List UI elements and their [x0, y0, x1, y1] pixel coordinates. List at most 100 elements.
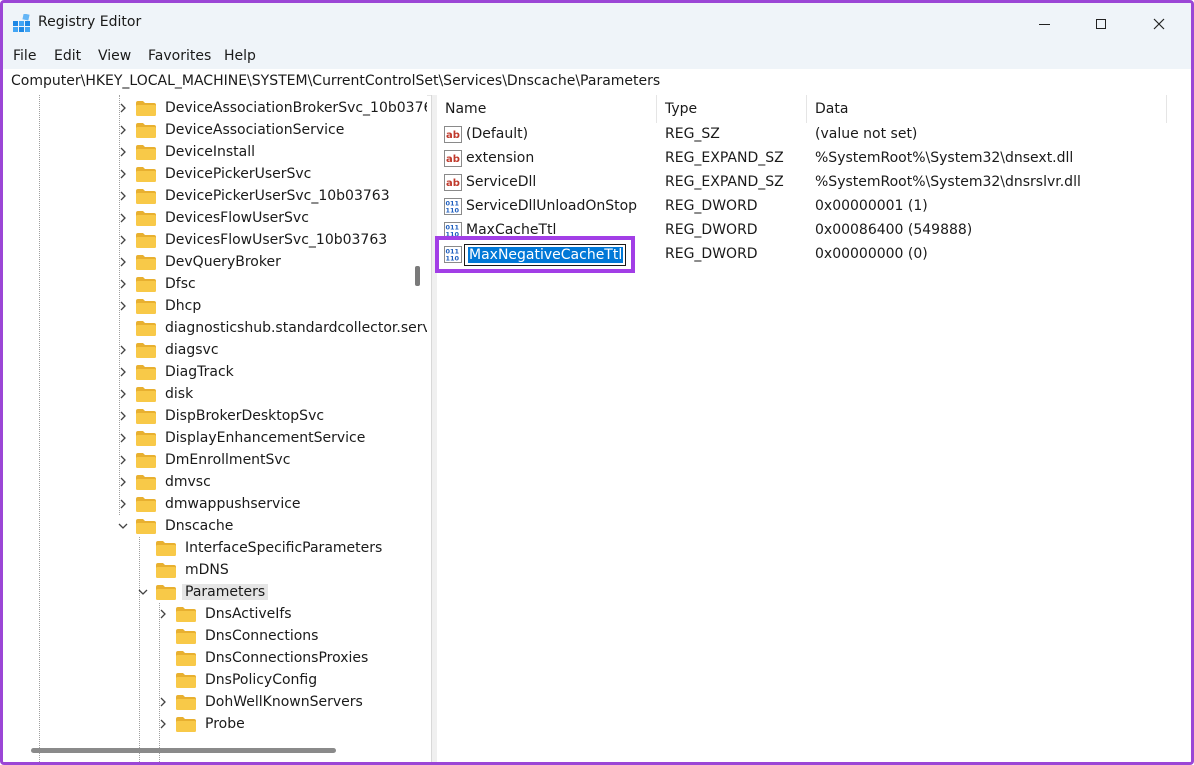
tree-node[interactable]: DohWellKnownServers — [156, 691, 366, 713]
tree-node-label[interactable]: dmwappushservice — [162, 496, 304, 512]
tree-node[interactable]: DmEnrollmentSvc — [116, 449, 293, 471]
tree-node-label[interactable]: diagsvc — [162, 342, 222, 358]
tree-vertical-scroll-thumb[interactable] — [415, 266, 420, 286]
menu-view[interactable]: View — [98, 48, 131, 64]
tree-node-label[interactable]: diagnosticshub.standardcollector.service — [162, 320, 427, 336]
tree-node-label[interactable]: InterfaceSpecificParameters — [182, 540, 385, 556]
title-bar[interactable]: Registry Editor — [3, 3, 1191, 45]
tree-horizontal-scroll-thumb[interactable] — [31, 748, 336, 753]
tree-node[interactable]: DispBrokerDesktopSvc — [116, 405, 327, 427]
tree-node[interactable]: DeviceInstall — [116, 141, 258, 163]
chevron-right-icon[interactable] — [156, 607, 170, 621]
tree-node[interactable]: DiagTrack — [116, 361, 237, 383]
tree-node-label[interactable]: DisplayEnhancementService — [162, 430, 368, 446]
column-header-type[interactable]: Type — [657, 95, 807, 123]
tree-node-label[interactable]: DnsConnectionsProxies — [202, 650, 371, 666]
value-row[interactable]: ab ServiceDll REG_EXPAND_SZ %SystemRoot%\Sy… — [437, 171, 1177, 195]
tree-node[interactable]: DnsConnectionsProxies — [156, 647, 371, 669]
chevron-down-icon[interactable] — [136, 585, 150, 599]
tree-node-label[interactable]: dmvsc — [162, 474, 214, 490]
chevron-right-icon[interactable] — [116, 167, 130, 181]
tree-node[interactable]: DevicesFlowUserSvc — [116, 207, 312, 229]
tree-node[interactable]: diagnosticshub.standardcollector.service — [116, 317, 427, 339]
tree-node[interactable]: diagsvc — [116, 339, 222, 361]
tree-node[interactable]: Dfsc — [116, 273, 199, 295]
chevron-right-icon[interactable] — [116, 475, 130, 489]
tree-node[interactable]: DevicesFlowUserSvc_10b03763 — [116, 229, 390, 251]
address-bar[interactable]: Computer\HKEY_LOCAL_MACHINE\SYSTEM\Curre… — [3, 69, 1191, 96]
value-row[interactable]: ab extension REG_EXPAND_SZ %SystemRoot%\Sys… — [437, 147, 1177, 171]
tree-node-label[interactable]: Probe — [202, 716, 248, 732]
menu-favorites[interactable]: Favorites — [148, 48, 211, 64]
tree-node[interactable]: Probe — [156, 713, 248, 735]
menu-file[interactable]: File — [13, 48, 36, 64]
tree-node-label[interactable]: DiagTrack — [162, 364, 237, 380]
chevron-right-icon[interactable] — [116, 101, 130, 115]
tree-node[interactable]: DevQueryBroker — [116, 251, 284, 273]
chevron-right-icon[interactable] — [116, 453, 130, 467]
menu-help[interactable]: Help — [224, 48, 256, 64]
tree-node-label[interactable]: Parameters — [182, 584, 269, 600]
chevron-right-icon[interactable] — [116, 277, 130, 291]
tree-node-label[interactable]: DeviceInstall — [162, 144, 258, 160]
tree-node[interactable]: dmvsc — [116, 471, 214, 493]
tree-node[interactable]: mDNS — [136, 559, 232, 581]
tree-node[interactable]: DnsConnections — [156, 625, 321, 647]
column-header-name[interactable]: Name — [437, 95, 657, 123]
chevron-right-icon[interactable] — [116, 387, 130, 401]
tree-node[interactable]: DnsPolicyConfig — [156, 669, 320, 691]
tree-vertical-scrollbar[interactable] — [415, 95, 423, 740]
tree-node-label[interactable]: DevicePickerUserSvc_10b03763 — [162, 188, 393, 204]
tree-node-label[interactable]: DevQueryBroker — [162, 254, 284, 270]
chevron-right-icon[interactable] — [116, 409, 130, 423]
tree-node[interactable]: DeviceAssociationBrokerSvc_10b03763 — [116, 97, 427, 119]
tree-node-label[interactable]: mDNS — [182, 562, 232, 578]
tree-node-label[interactable]: DevicePickerUserSvc — [162, 166, 314, 182]
tree-node-label[interactable]: DmEnrollmentSvc — [162, 452, 293, 468]
menu-edit[interactable]: Edit — [54, 48, 81, 64]
tree-node[interactable]: Parameters — [136, 581, 269, 603]
tree-node[interactable]: dmwappushservice — [116, 493, 304, 515]
value-row[interactable]: ab (Default) REG_SZ (value not set) — [437, 123, 1177, 147]
chevron-down-icon[interactable] — [116, 519, 130, 533]
values-list-pane[interactable]: Name Type Data ab (Default) REG_SZ (value n… — [437, 95, 1191, 762]
chevron-right-icon[interactable] — [116, 343, 130, 357]
tree-node-label[interactable]: DevicesFlowUserSvc_10b03763 — [162, 232, 390, 248]
chevron-right-icon[interactable] — [116, 123, 130, 137]
tree-node[interactable]: DeviceAssociationService — [116, 119, 347, 141]
key-tree-pane[interactable]: DeviceAssociationBrokerSvc_10b03763 Devic… — [3, 95, 427, 762]
tree-node[interactable]: InterfaceSpecificParameters — [136, 537, 385, 559]
chevron-right-icon[interactable] — [116, 299, 130, 313]
tree-node-label[interactable]: disk — [162, 386, 196, 402]
tree-node-label[interactable]: DeviceAssociationBrokerSvc_10b03763 — [162, 100, 427, 116]
chevron-right-icon[interactable] — [116, 189, 130, 203]
tree-node-label[interactable]: DeviceAssociationService — [162, 122, 347, 138]
chevron-right-icon[interactable] — [116, 431, 130, 445]
tree-node[interactable]: DnsActiveIfs — [156, 603, 295, 625]
tree-node-label[interactable]: DohWellKnownServers — [202, 694, 366, 710]
tree-node[interactable]: Dnscache — [116, 515, 236, 537]
tree-node-label[interactable]: DevicesFlowUserSvc — [162, 210, 312, 226]
address-path[interactable]: Computer\HKEY_LOCAL_MACHINE\SYSTEM\Curre… — [11, 73, 660, 89]
tree-node-label[interactable]: DnsActiveIfs — [202, 606, 295, 622]
chevron-right-icon[interactable] — [116, 145, 130, 159]
value-row[interactable]: 011 110 ServiceDllUnloadOnStop REG_DWORD 0x0… — [437, 195, 1177, 219]
tree-node[interactable]: DevicePickerUserSvc — [116, 163, 314, 185]
chevron-right-icon[interactable] — [116, 365, 130, 379]
tree-node-label[interactable]: Dhcp — [162, 298, 204, 314]
tree-node-label[interactable]: Dfsc — [162, 276, 199, 292]
tree-node-label[interactable]: DnsPolicyConfig — [202, 672, 320, 688]
tree-node[interactable]: DevicePickerUserSvc_10b03763 — [116, 185, 393, 207]
minimize-button[interactable] — [1015, 3, 1073, 45]
tree-node[interactable]: Dhcp — [116, 295, 204, 317]
maximize-button[interactable] — [1072, 3, 1130, 45]
tree-node[interactable]: disk — [116, 383, 196, 405]
tree-node-label[interactable]: Dnscache — [162, 518, 236, 534]
chevron-right-icon[interactable] — [156, 717, 170, 731]
chevron-right-icon[interactable] — [116, 497, 130, 511]
tree-node-label[interactable]: DnsConnections — [202, 628, 321, 644]
chevron-right-icon[interactable] — [116, 211, 130, 225]
chevron-right-icon[interactable] — [116, 255, 130, 269]
chevron-right-icon[interactable] — [156, 695, 170, 709]
tree-node-label[interactable]: DispBrokerDesktopSvc — [162, 408, 327, 424]
